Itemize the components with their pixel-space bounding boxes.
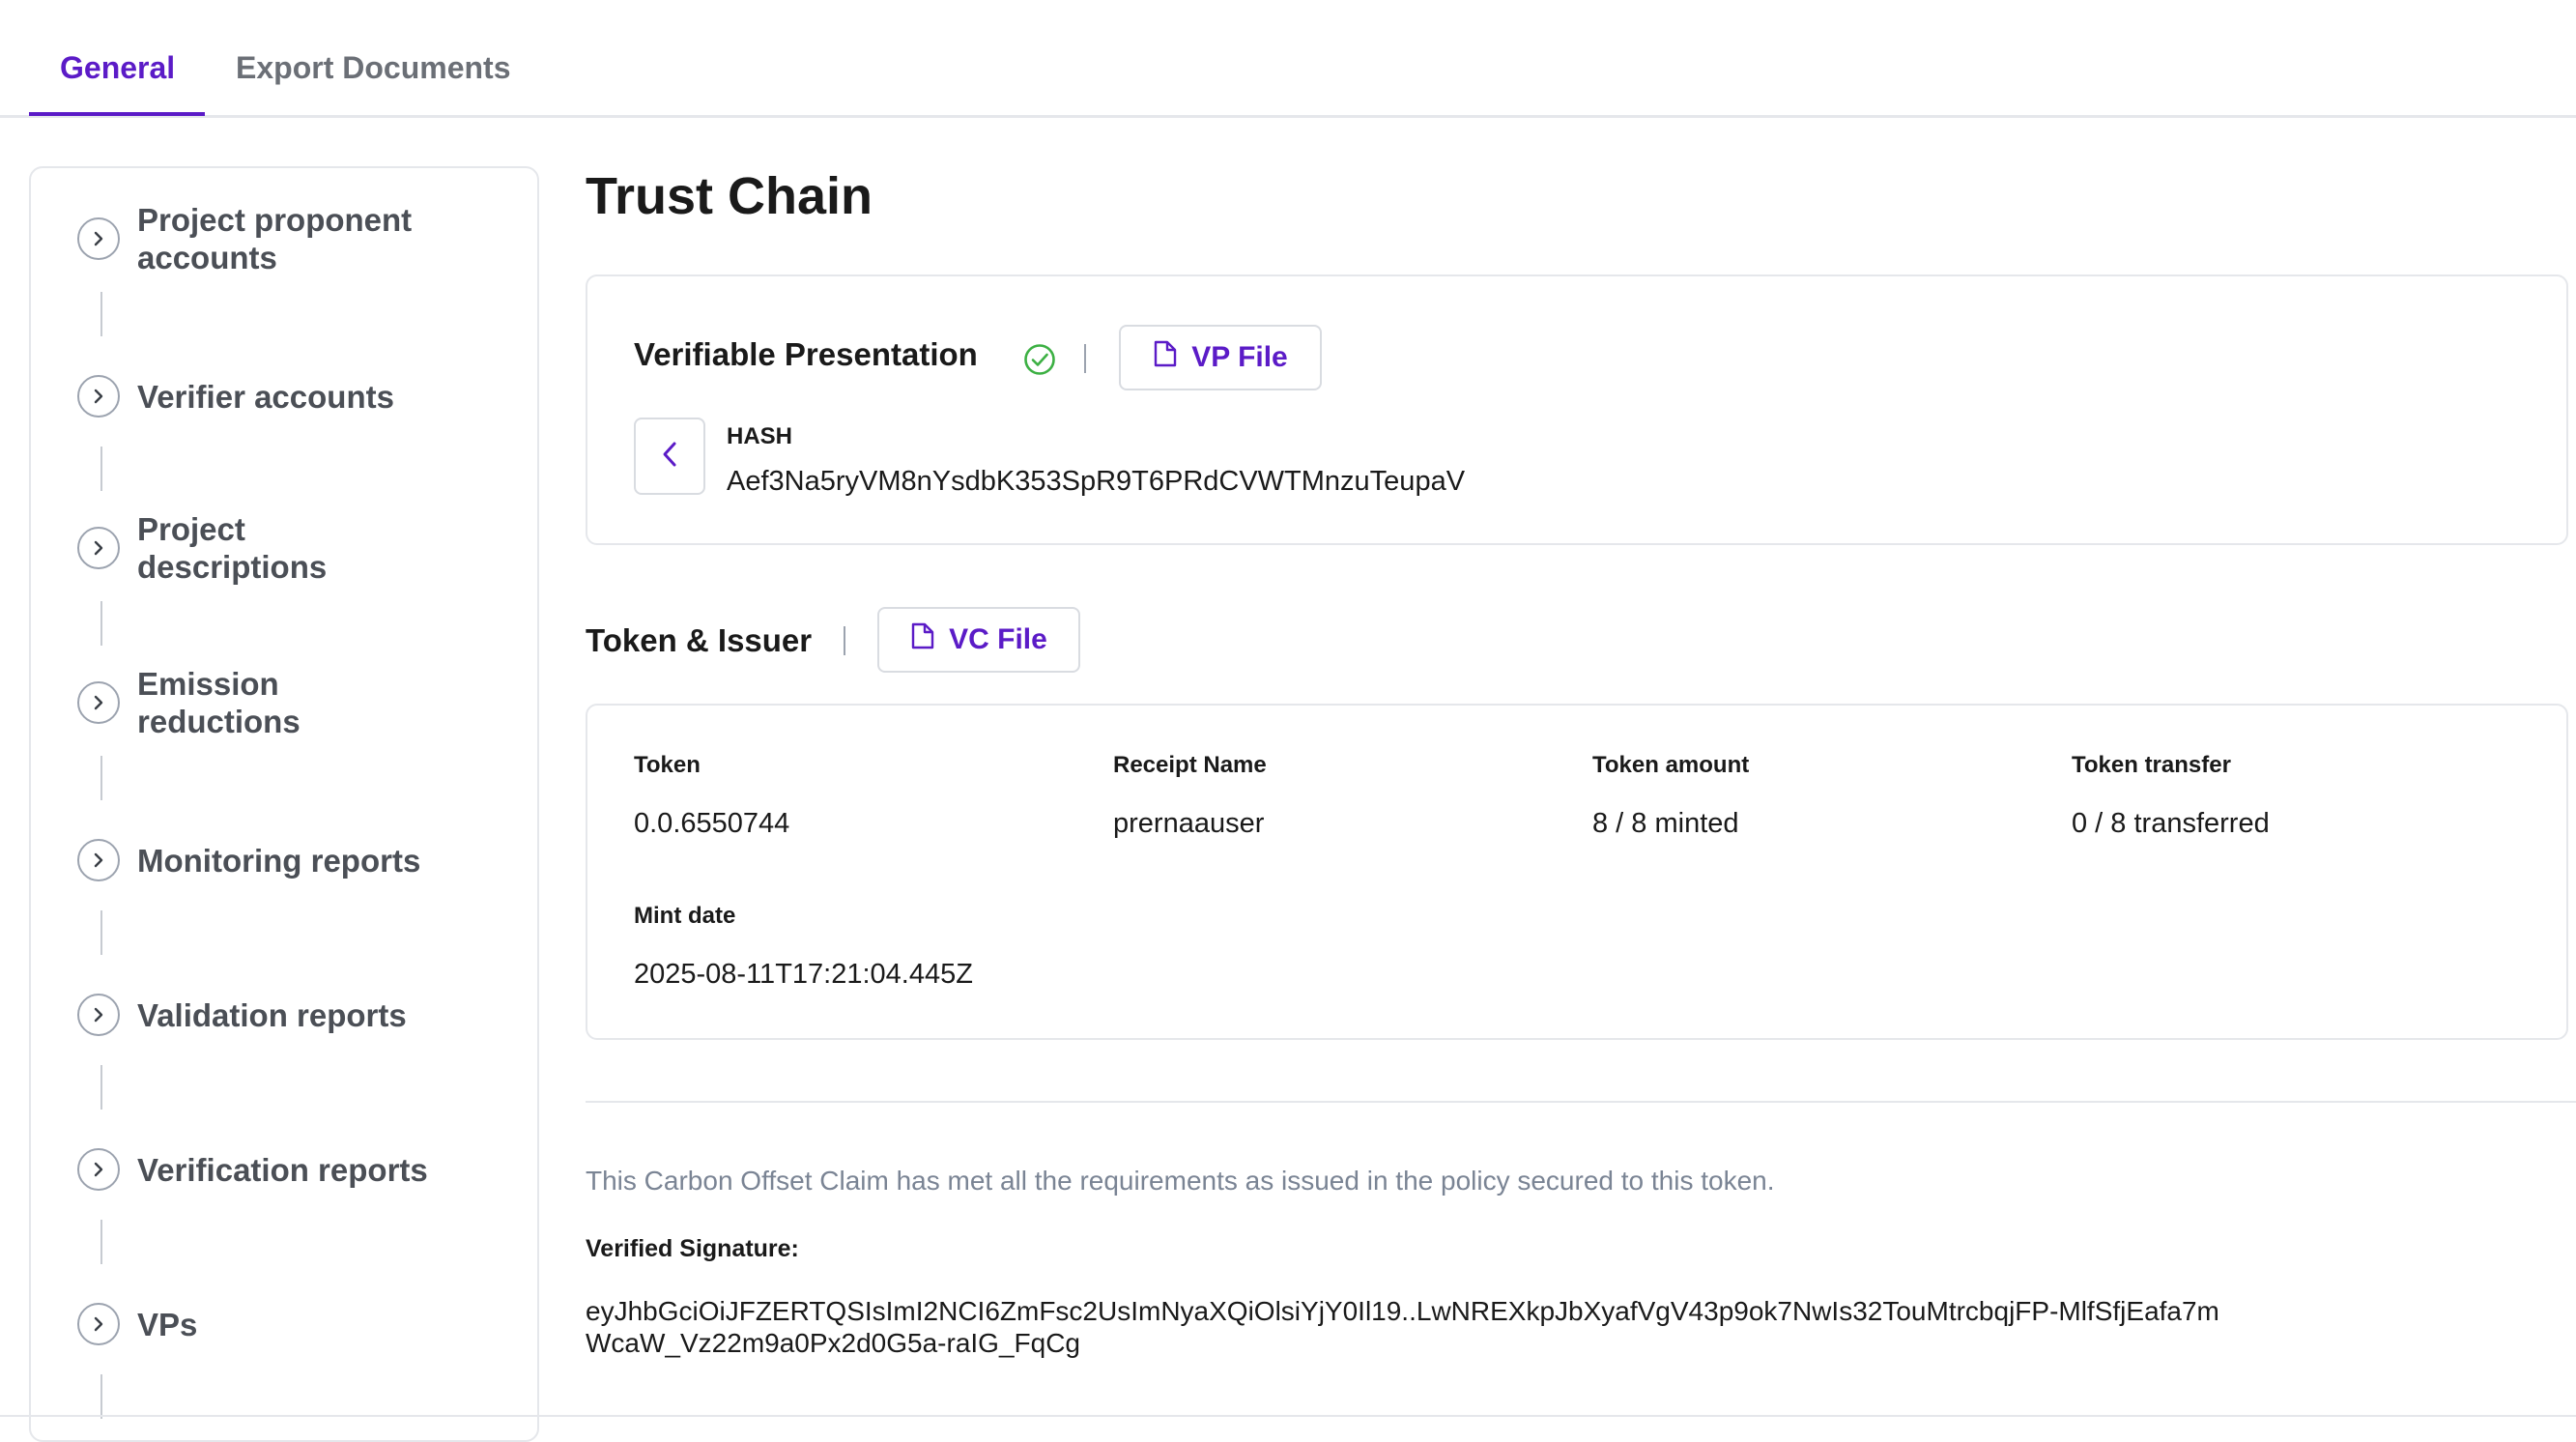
chevron-right-icon[interactable]: [77, 217, 120, 260]
chevron-right-icon[interactable]: [77, 1303, 120, 1345]
divider: [586, 1101, 2576, 1103]
step-connector: [100, 1220, 102, 1264]
step-connector: [100, 910, 102, 955]
file-icon: [910, 621, 935, 658]
token-label: Token: [634, 752, 701, 778]
mint-date-label: Mint date: [634, 903, 736, 929]
step-connector: [100, 447, 102, 491]
sidebar-item-project-proponent-accounts[interactable]: Project proponent accounts: [77, 201, 412, 276]
chevron-right-icon[interactable]: [77, 839, 120, 881]
sidebar-item-verification-reports[interactable]: Verification reports: [77, 1148, 428, 1191]
sidebar: Project proponent accounts Verifier accou…: [29, 166, 539, 1442]
sidebar-item-verifier-accounts[interactable]: Verifier accounts: [77, 375, 394, 418]
tab-general[interactable]: General: [60, 50, 175, 86]
step-connector: [100, 292, 102, 336]
sidebar-item-project-descriptions[interactable]: Project descriptions: [77, 510, 327, 586]
signature-value: eyJhbGciOiJFZERTQSIsImI2NCI6ZmFsc2UsImNy…: [586, 1296, 2219, 1358]
tab-export-documents[interactable]: Export Documents: [236, 50, 510, 86]
vc-file-button[interactable]: VC File: [877, 607, 1080, 673]
mint-date-value: 2025-08-11T17:21:04.445Z: [634, 959, 973, 990]
token-issuer-title: Token & Issuer: [586, 622, 813, 658]
divider: [1084, 344, 1086, 373]
vp-card: Verifiable Presentation VP File HASH Aef…: [586, 274, 2568, 545]
sidebar-item-validation-reports[interactable]: Validation reports: [77, 994, 407, 1036]
sidebar-item-label: Project proponent accounts: [137, 202, 413, 275]
check-circle-icon: [1022, 342, 1057, 382]
token-amount-value: 8 / 8 minted: [1592, 808, 1739, 839]
step-connector: [100, 1374, 102, 1419]
divider: [844, 626, 845, 655]
vp-file-button[interactable]: VP File: [1119, 325, 1322, 390]
hash-label: HASH: [727, 423, 793, 449]
receipt-name-value: prernaauser: [1113, 808, 1265, 839]
chevron-right-icon[interactable]: [77, 1148, 120, 1191]
back-button[interactable]: [634, 418, 705, 495]
chevron-left-icon: [659, 440, 680, 474]
token-transfer-label: Token transfer: [2072, 752, 2231, 778]
sidebar-item-monitoring-reports[interactable]: Monitoring reports: [77, 839, 420, 881]
vp-title: Verifiable Presentation: [634, 336, 978, 372]
bottom-divider: [0, 1415, 2576, 1417]
hash-value: Aef3Na5ryVM8nYsdbK353SpR9T6PRdCVWTMnzuTe…: [727, 466, 1466, 497]
tab-bar: General Export Documents: [0, 0, 2576, 118]
chevron-right-icon[interactable]: [77, 994, 120, 1036]
sidebar-item-label: VPs: [137, 1306, 198, 1342]
chevron-right-icon[interactable]: [77, 527, 120, 569]
sidebar-item-label: Monitoring reports: [137, 842, 421, 879]
page-title: Trust Chain: [586, 167, 873, 225]
active-tab-indicator: [29, 112, 205, 116]
token-card: Token 0.0.6550744 Receipt Name prernaaus…: [586, 704, 2568, 1040]
sidebar-item-label: Emission reductions: [137, 666, 301, 739]
sidebar-item-label: Verification reports: [137, 1151, 428, 1188]
token-transfer-value: 0 / 8 transferred: [2072, 808, 2270, 839]
vc-file-label: VC File: [949, 623, 1047, 655]
step-connector: [100, 601, 102, 646]
sidebar-item-emission-reductions[interactable]: Emission reductions: [77, 665, 301, 740]
chevron-right-icon[interactable]: [77, 375, 120, 418]
token-amount-label: Token amount: [1592, 752, 1750, 778]
step-connector: [100, 756, 102, 800]
signature-label: Verified Signature:: [586, 1235, 799, 1262]
sidebar-item-label: Project descriptions: [137, 511, 328, 585]
sidebar-item-vps[interactable]: VPs: [77, 1303, 197, 1345]
file-icon: [1153, 339, 1178, 376]
step-connector: [100, 1065, 102, 1110]
claim-text: This Carbon Offset Claim has met all the…: [586, 1166, 1775, 1196]
chevron-right-icon[interactable]: [77, 681, 120, 724]
sidebar-item-label: Validation reports: [137, 996, 407, 1033]
vp-file-label: VP File: [1191, 341, 1288, 373]
sidebar-item-label: Verifier accounts: [137, 378, 394, 415]
receipt-name-label: Receipt Name: [1113, 752, 1267, 778]
token-value: 0.0.6550744: [634, 808, 790, 839]
